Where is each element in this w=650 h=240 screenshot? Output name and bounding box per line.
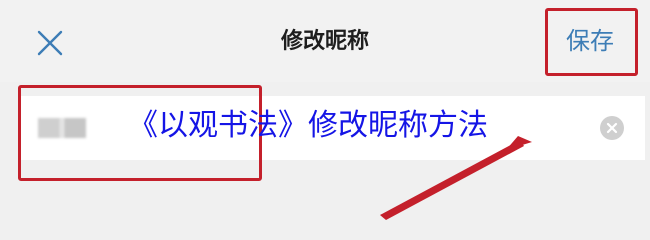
clear-icon bbox=[606, 122, 618, 134]
overlay-caption: 《以观书法》修改昵称方法 bbox=[128, 108, 488, 143]
clear-button[interactable] bbox=[600, 116, 624, 140]
save-highlight-box bbox=[545, 8, 638, 76]
